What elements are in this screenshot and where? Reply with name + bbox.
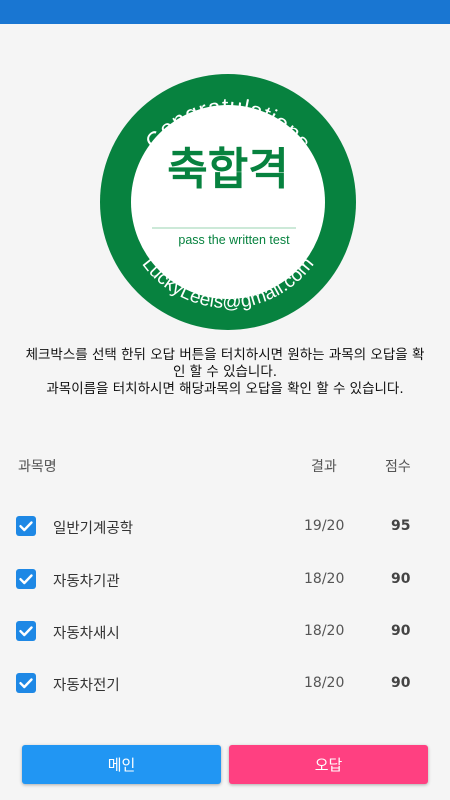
subject-name[interactable]: 자동차기관 [53,570,120,591]
congratulations-seal: Congratulations 축합격 pass the written tes… [100,74,356,330]
wrong-answers-button[interactable]: 오답 [229,745,428,784]
check-icon [19,521,33,532]
subject-result: 18/20 [304,623,345,639]
subject-checkbox[interactable] [16,516,36,536]
status-bar [0,0,450,24]
subject-score: 90 [391,675,411,691]
instructions-line-2: 과목이름을 터치하시면 해당과목의 오답을 확인 할 수 있습니다. [46,381,404,397]
check-icon [19,678,33,689]
check-icon [19,574,33,585]
instructions-text: 체크박스를 선택 한뒤 오답 버튼을 터치하시면 원하는 과목의 오답을 확인 … [22,347,428,398]
header-result: 결과 [311,459,337,475]
table-row: 자동차기관 18/20 90 [0,561,450,601]
seal-center-text: 축합격 [167,144,288,195]
table-row: 자동차새시 18/20 90 [0,613,450,653]
instructions-line-1: 체크박스를 선택 한뒤 오답 버튼을 터치하시면 원하는 과목의 오답을 확인 … [25,347,425,380]
main-button[interactable]: 메인 [22,745,221,784]
subject-checkbox[interactable] [16,621,36,641]
subject-score: 90 [391,623,411,639]
subject-name[interactable]: 자동차새시 [53,622,120,643]
table-header: 과목명 결과 점수 [0,456,450,478]
header-score: 점수 [385,459,411,475]
table-row: 일반기계공학 19/20 95 [0,508,450,548]
subject-checkbox[interactable] [16,569,36,589]
subject-score: 90 [391,571,411,587]
subject-result: 18/20 [304,571,345,587]
subject-score: 95 [391,518,411,534]
subject-result: 19/20 [304,518,345,534]
seal-sub-text: pass the written test [178,233,290,247]
check-icon [19,626,33,637]
table-row: 자동차전기 18/20 90 [0,665,450,705]
subject-result: 18/20 [304,675,345,691]
header-subject: 과목명 [18,459,57,475]
subject-name[interactable]: 자동차전기 [53,674,120,695]
subject-checkbox[interactable] [16,673,36,693]
subject-name[interactable]: 일반기계공학 [53,517,133,538]
